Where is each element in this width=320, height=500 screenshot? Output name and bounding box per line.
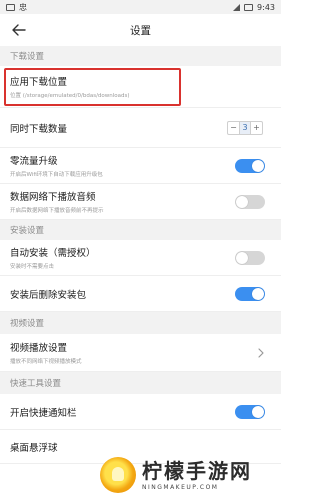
section-header-install: 安装设置 bbox=[0, 220, 281, 240]
row-auto-install: 自动安装（需授权） 安装时不需要点击 bbox=[0, 240, 281, 276]
section-header-download: 下载设置 bbox=[0, 46, 281, 66]
increment-button[interactable]: + bbox=[251, 122, 262, 134]
toggle-knob bbox=[236, 195, 248, 208]
carrier-icon: 忠 bbox=[19, 2, 27, 12]
lemon-logo-icon bbox=[100, 457, 136, 493]
watermark-subtitle: NINGMAKEUP.COM bbox=[142, 483, 219, 491]
watermark-title: 柠檬手游网 bbox=[142, 458, 252, 483]
status-time: 9:43 bbox=[257, 2, 275, 12]
chevron-right-icon bbox=[258, 347, 264, 358]
row-quick-notification: 开启快捷通知栏 bbox=[0, 394, 281, 430]
page-title: 设置 bbox=[130, 24, 151, 37]
row-label: 视频播放设置 bbox=[10, 343, 68, 354]
quick-notification-toggle[interactable] bbox=[235, 404, 265, 419]
watermark-text: 柠檬手游网 NINGMAKEUP.COM bbox=[142, 460, 252, 491]
status-left: 忠 bbox=[6, 2, 27, 13]
watermark: 柠檬手游网 NINGMAKEUP.COM bbox=[100, 452, 275, 498]
row-video-playback[interactable]: 视频播放设置 播放不同网络下视频播放模式 bbox=[0, 334, 281, 372]
signal-icon bbox=[233, 3, 241, 11]
status-right: 9:43 bbox=[233, 3, 275, 12]
row-sub: 播放不同网络下视频播放模式 bbox=[10, 359, 82, 365]
status-bar: 忠 9:43 bbox=[0, 0, 281, 14]
back-button[interactable] bbox=[10, 22, 28, 38]
notification-icon bbox=[6, 3, 15, 11]
battery-icon bbox=[244, 3, 254, 11]
toggle-knob bbox=[252, 287, 264, 300]
highlight-box bbox=[4, 68, 181, 106]
stepper-value: 3 bbox=[239, 121, 251, 134]
arrow-left-icon bbox=[12, 24, 26, 36]
toggle-knob bbox=[252, 159, 264, 172]
row-mobile-play-audio: 数据网络下播放音频 开启后数据网络下播放音频前不再提示 bbox=[0, 184, 281, 220]
auto-install-toggle[interactable] bbox=[235, 250, 265, 265]
toggle-knob bbox=[236, 251, 248, 264]
quantity-stepper: − 3 + bbox=[227, 120, 263, 135]
zero-data-upgrade-toggle[interactable] bbox=[235, 158, 265, 173]
app-header: 设置 bbox=[0, 14, 281, 46]
toggle-knob bbox=[252, 405, 264, 418]
row-delete-after-install: 安装后删除安装包 bbox=[0, 276, 281, 312]
mobile-play-audio-toggle[interactable] bbox=[235, 194, 265, 209]
decrement-button[interactable]: − bbox=[228, 122, 239, 134]
delete-after-install-toggle[interactable] bbox=[235, 286, 265, 301]
row-concurrent-downloads: 同时下载数量 − 3 + bbox=[0, 108, 281, 148]
row-zero-data-upgrade: 零流量升级 开启后Wifi环境下自动下载应用升级包 bbox=[0, 148, 281, 184]
section-header-tools: 快速工具设置 bbox=[0, 372, 281, 394]
section-header-video: 视频设置 bbox=[0, 312, 281, 334]
